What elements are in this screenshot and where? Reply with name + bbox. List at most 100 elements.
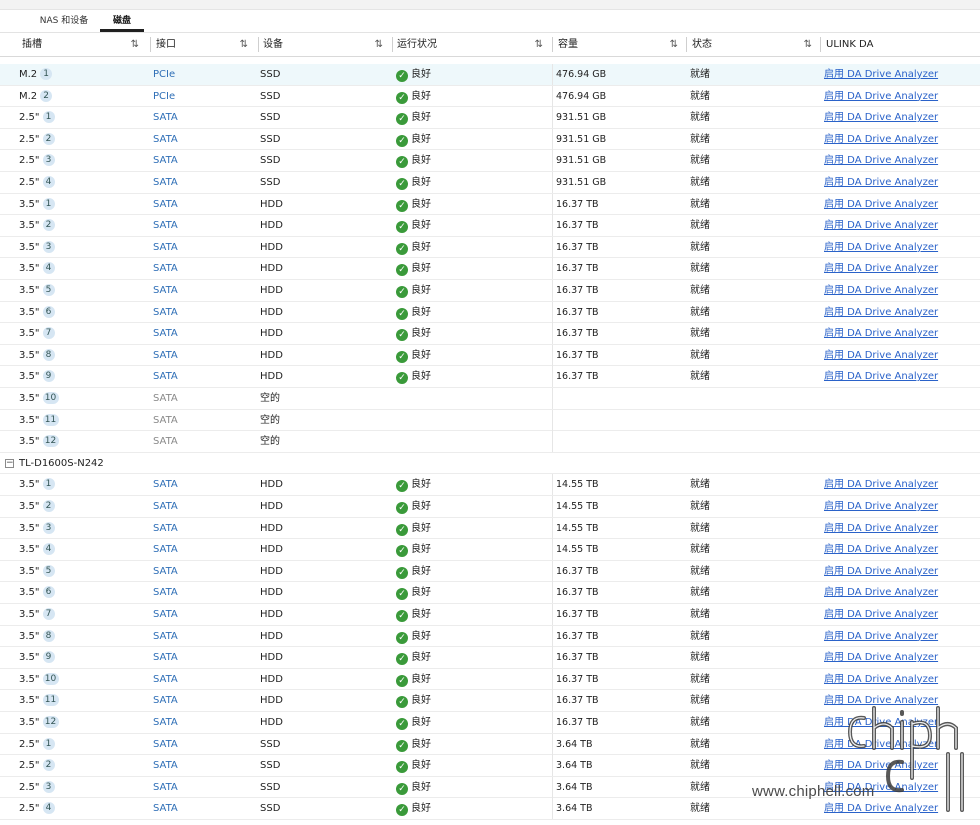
col-health-header[interactable]: 运行状况 ⇅ bbox=[397, 33, 551, 56]
enable-da-drive-analyzer-link[interactable]: 启用 DA Drive Analyzer bbox=[824, 366, 938, 387]
device-cell: HDD bbox=[260, 198, 283, 210]
table-row[interactable]: 3.5" 12 SATA HDD ✓ 良好 16.37 TB 就绪 启用 DA Drive An… bbox=[0, 712, 980, 734]
table-row[interactable]: 3.5" 7 SATA HDD ✓ 良好 16.37 TB 就绪 启用 DA Drive Ana… bbox=[0, 323, 980, 345]
col-slot-header[interactable]: 插槽 ⇅ bbox=[22, 33, 147, 56]
table-row[interactable]: 2.5" 2 SATA SSD ✓ 良好 3.64 TB 就绪 启用 DA Drive Anal… bbox=[0, 755, 980, 777]
table-row[interactable]: 3.5" 10 SATA HDD ✓ 良好 16.37 TB 就绪 启用 DA Drive An… bbox=[0, 668, 980, 691]
table-row[interactable]: 3.5" 8 SATA HDD ✓ 良好 16.37 TB 就绪 启用 DA Drive Ana… bbox=[0, 344, 980, 367]
table-row[interactable]: 3.5" 4 SATA HDD ✓ 良好 16.37 TB 就绪 启用 DA Drive Ana… bbox=[0, 258, 980, 280]
enable-da-drive-analyzer-link[interactable]: 启用 DA Drive Analyzer bbox=[824, 712, 938, 733]
enable-da-drive-analyzer-link[interactable]: 启用 DA Drive Analyzer bbox=[824, 194, 938, 215]
enable-da-drive-analyzer-link[interactable]: 启用 DA Drive Analyzer bbox=[824, 561, 938, 582]
col-interface-header[interactable]: 接口 ⇅ bbox=[156, 33, 256, 56]
col-state-header[interactable]: 状态 ⇅ bbox=[692, 33, 820, 56]
table-row[interactable]: 2.5" 1 SATA SSD ✓ 良好 3.64 TB 就绪 启用 DA Drive Anal… bbox=[0, 733, 980, 756]
enable-da-drive-analyzer-link[interactable]: 启用 DA Drive Analyzer bbox=[824, 129, 938, 150]
table-row[interactable]: 3.5" 11 SATA 空的 bbox=[0, 409, 980, 432]
enable-da-drive-analyzer-link[interactable]: 启用 DA Drive Analyzer bbox=[824, 604, 938, 625]
collapse-toggle-icon[interactable]: − bbox=[5, 458, 14, 468]
enable-da-drive-analyzer-link[interactable]: 启用 DA Drive Analyzer bbox=[824, 280, 938, 301]
table-row[interactable]: 3.5" 4 SATA HDD ✓ 良好 14.55 TB 就绪 启用 DA Drive Ana… bbox=[0, 539, 980, 561]
device-cell: HDD bbox=[260, 285, 283, 296]
table-row[interactable]: 3.5" 10 SATA 空的 bbox=[0, 388, 980, 410]
group-header-tl-d1600s[interactable]: − TL-D1600S-N242 bbox=[0, 453, 980, 475]
table-row[interactable]: 2.5" 3 SATA SSD ✓ 良好 931.51 GB 就绪 启用 DA Drive An… bbox=[0, 150, 980, 172]
col-ulink-header[interactable]: ULINK DA bbox=[826, 33, 976, 56]
column-divider[interactable] bbox=[258, 37, 259, 52]
slot-type: 2.5" bbox=[19, 781, 40, 793]
enable-da-drive-analyzer-link[interactable]: 启用 DA Drive Analyzer bbox=[824, 323, 938, 344]
table-row[interactable]: 2.5" 1 SATA SSD ✓ 良好 931.51 GB 就绪 启用 DA Drive An… bbox=[0, 107, 980, 129]
table-row[interactable]: 2.5" 2 SATA SSD ✓ 良好 931.51 GB 就绪 启用 DA Drive An… bbox=[0, 128, 980, 151]
column-divider[interactable] bbox=[820, 37, 821, 52]
state-cell: 就绪 bbox=[690, 479, 710, 491]
table-row[interactable]: 3.5" 6 SATA HDD ✓ 良好 16.37 TB 就绪 启用 DA Drive Ana… bbox=[0, 301, 980, 324]
enable-da-drive-analyzer-link[interactable]: 启用 DA Drive Analyzer bbox=[824, 345, 938, 366]
enable-da-drive-analyzer-link[interactable]: 启用 DA Drive Analyzer bbox=[824, 107, 938, 128]
table-row[interactable]: 3.5" 5 SATA HDD ✓ 良好 16.37 TB 就绪 启用 DA Drive Ana… bbox=[0, 560, 980, 583]
col-device-header[interactable]: 设备 ⇅ bbox=[263, 33, 391, 56]
col-health-label: 运行状况 bbox=[397, 39, 437, 50]
sort-icon[interactable]: ⇅ bbox=[240, 33, 248, 56]
enable-da-drive-analyzer-link[interactable]: 启用 DA Drive Analyzer bbox=[824, 496, 938, 517]
table-row[interactable]: 3.5" 9 SATA HDD ✓ 良好 16.37 TB 就绪 启用 DA Drive Ana… bbox=[0, 647, 980, 669]
enable-da-drive-analyzer-link[interactable]: 启用 DA Drive Analyzer bbox=[824, 215, 938, 236]
table-row[interactable]: 3.5" 3 SATA HDD ✓ 良好 14.55 TB 就绪 启用 DA Drive Ana… bbox=[0, 517, 980, 540]
enable-da-drive-analyzer-link[interactable]: 启用 DA Drive Analyzer bbox=[824, 237, 938, 258]
table-body: M.2 1 PCIe SSD ✓ 良好 476.94 GB 就绪 启用 DA Drive Ana… bbox=[0, 57, 980, 825]
capacity-cell: 16.37 TB bbox=[556, 220, 599, 232]
table-row[interactable]: 3.5" 2 SATA HDD ✓ 良好 16.37 TB 就绪 启用 DA Drive Ana… bbox=[0, 215, 980, 237]
cell-divider bbox=[552, 258, 553, 280]
sort-icon[interactable]: ⇅ bbox=[131, 33, 139, 56]
sort-icon[interactable]: ⇅ bbox=[535, 33, 543, 56]
enable-da-drive-analyzer-link[interactable]: 启用 DA Drive Analyzer bbox=[824, 734, 938, 755]
table-row[interactable]: 2.5" 4 SATA SSD ✓ 良好 3.64 TB 就绪 启用 DA Drive Anal… bbox=[0, 798, 980, 820]
table-row[interactable]: 3.5" 1 SATA HDD ✓ 良好 16.37 TB 就绪 启用 DA Drive Ana… bbox=[0, 193, 980, 216]
table-row[interactable]: 3.5" 5 SATA HDD ✓ 良好 16.37 TB 就绪 启用 DA Drive Ana… bbox=[0, 280, 980, 302]
table-row[interactable]: M.2 1 PCIe SSD ✓ 良好 476.94 GB 就绪 启用 DA Drive Ana… bbox=[0, 64, 980, 86]
sort-icon[interactable]: ⇅ bbox=[670, 33, 678, 56]
enable-da-drive-analyzer-link[interactable]: 启用 DA Drive Analyzer bbox=[824, 669, 938, 690]
enable-da-drive-analyzer-link[interactable]: 启用 DA Drive Analyzer bbox=[824, 150, 938, 171]
table-row[interactable]: 3.5" 11 SATA HDD ✓ 良好 16.37 TB 就绪 启用 DA Drive An… bbox=[0, 690, 980, 712]
enable-da-drive-analyzer-link[interactable]: 启用 DA Drive Analyzer bbox=[824, 755, 938, 776]
sort-icon[interactable]: ⇅ bbox=[804, 33, 812, 56]
table-row[interactable]: 3.5" 3 SATA HDD ✓ 良好 16.37 TB 就绪 启用 DA Drive Ana… bbox=[0, 236, 980, 259]
enable-da-drive-analyzer-link[interactable]: 启用 DA Drive Analyzer bbox=[824, 474, 938, 495]
slot-type: M.2 bbox=[19, 69, 38, 80]
enable-da-drive-analyzer-link[interactable]: 启用 DA Drive Analyzer bbox=[824, 647, 938, 668]
enable-da-drive-analyzer-link[interactable]: 启用 DA Drive Analyzer bbox=[824, 302, 938, 323]
enable-da-drive-analyzer-link[interactable]: 启用 DA Drive Analyzer bbox=[824, 582, 938, 603]
enable-da-drive-analyzer-link[interactable]: 启用 DA Drive Analyzer bbox=[824, 518, 938, 539]
table-row[interactable]: 3.5" 8 SATA HDD ✓ 良好 16.37 TB 就绪 启用 DA Drive Ana… bbox=[0, 625, 980, 648]
column-divider[interactable] bbox=[150, 37, 151, 52]
slot-type: 3.5" bbox=[19, 479, 40, 491]
device-cell: HDD bbox=[260, 349, 283, 361]
table-row[interactable]: 3.5" 2 SATA HDD ✓ 良好 14.55 TB 就绪 启用 DA Drive Ana… bbox=[0, 496, 980, 518]
table-row[interactable]: 3.5" 7 SATA HDD ✓ 良好 16.37 TB 就绪 启用 DA Drive Ana… bbox=[0, 604, 980, 626]
table-row[interactable]: 3.5" 1 SATA HDD ✓ 良好 14.55 TB 就绪 启用 DA Drive Ana… bbox=[0, 474, 980, 496]
table-row[interactable]: 3.5" 9 SATA HDD ✓ 良好 16.37 TB 就绪 启用 DA Drive Ana… bbox=[0, 366, 980, 388]
enable-da-drive-analyzer-link[interactable]: 启用 DA Drive Analyzer bbox=[824, 690, 938, 711]
enable-da-drive-analyzer-link[interactable]: 启用 DA Drive Analyzer bbox=[824, 86, 938, 107]
enable-da-drive-analyzer-link[interactable]: 启用 DA Drive Analyzer bbox=[824, 172, 938, 193]
column-divider[interactable] bbox=[392, 37, 393, 52]
enable-da-drive-analyzer-link[interactable]: 启用 DA Drive Analyzer bbox=[824, 798, 938, 819]
table-row[interactable]: M.2 2 PCIe SSD ✓ 良好 476.94 GB 就绪 启用 DA Drive Ana… bbox=[0, 85, 980, 108]
col-capacity-header[interactable]: 容量 ⇅ bbox=[558, 33, 686, 56]
sort-icon[interactable]: ⇅ bbox=[375, 33, 383, 56]
table-row[interactable]: 3.5" 6 SATA HDD ✓ 良好 16.37 TB 就绪 启用 DA Drive Ana… bbox=[0, 582, 980, 604]
slot-number-badge: 2 bbox=[42, 132, 55, 145]
enable-da-drive-analyzer-link[interactable]: 启用 DA Drive Analyzer bbox=[824, 258, 938, 279]
enable-da-drive-analyzer-link[interactable]: 启用 DA Drive Analyzer bbox=[824, 626, 938, 647]
table-row[interactable]: 2.5" 4 SATA SSD ✓ 良好 931.51 GB 就绪 启用 DA Drive An… bbox=[0, 172, 980, 194]
enable-da-drive-analyzer-link[interactable]: 启用 DA Drive Analyzer bbox=[824, 539, 938, 560]
column-divider[interactable] bbox=[686, 37, 687, 52]
health-label: 良好 bbox=[411, 69, 431, 80]
column-divider[interactable] bbox=[552, 37, 553, 52]
tab-disks[interactable]: 磁盘 bbox=[100, 14, 144, 32]
tab-nas-devices[interactable]: NAS 和设备 bbox=[36, 14, 92, 32]
table-row[interactable]: 3.5" 12 SATA 空的 bbox=[0, 431, 980, 453]
check-circle-icon: ✓ bbox=[396, 372, 408, 385]
enable-da-drive-analyzer-link[interactable]: 启用 DA Drive Analyzer bbox=[824, 64, 938, 85]
